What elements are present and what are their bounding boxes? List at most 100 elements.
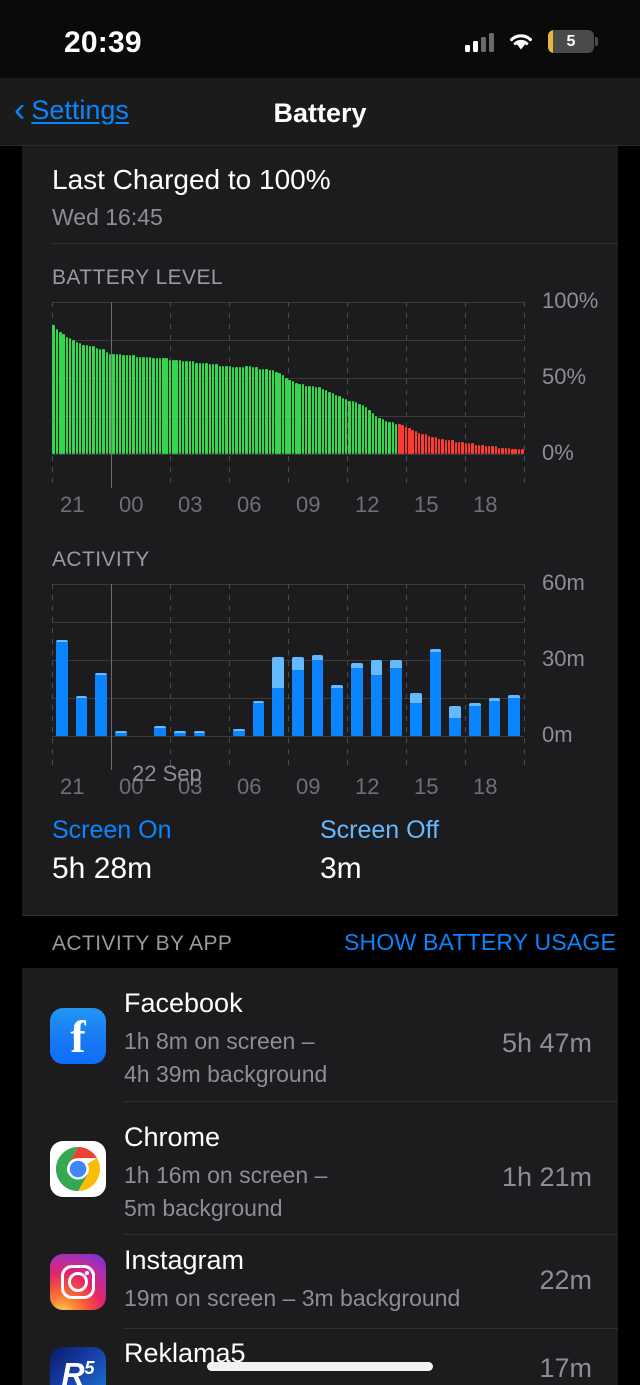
battery-level-bar (148, 356, 152, 454)
battery-level-bar (301, 384, 305, 454)
app-detail-line-1: 19m on screen – 3m background (124, 1285, 461, 1311)
battery-level-bar (261, 368, 265, 454)
battery-level-card: BATTERY LEVEL 100% 50% 0% 21 00 03 06 09 12 15 18 (22, 244, 618, 526)
battery-level-bar (441, 438, 444, 454)
axis-tick (524, 584, 525, 770)
battery-level-bar (318, 387, 321, 454)
battery-level-bar (398, 423, 401, 454)
activity-bar-screen-on (291, 670, 304, 736)
battery-level-bar (358, 403, 361, 454)
battery-level-bar (158, 358, 162, 454)
battery-level-bar (354, 402, 358, 454)
battery-level-bar (438, 438, 441, 454)
battery-level-bar (182, 361, 185, 454)
battery-level-bar (55, 329, 59, 454)
battery-level-bar (168, 359, 172, 454)
battery-level-bar (295, 382, 298, 454)
battery-level-bar (281, 374, 285, 454)
battery-level-bar (384, 420, 388, 454)
battery-level-chart[interactable] (52, 302, 525, 488)
app-row-instagram[interactable]: Instagram 19m on screen – 3m background … (22, 1235, 618, 1329)
battery-level-bar (514, 449, 517, 454)
battery-level-bar (79, 343, 82, 454)
battery-level-bar (471, 443, 474, 454)
battery-level-bar (288, 379, 291, 454)
battery-level-bar (451, 440, 454, 454)
app-name: Facebook (124, 988, 243, 1018)
battery-level-bar (165, 358, 168, 454)
screen-off-value: 3m (320, 852, 362, 885)
battery-level-bar (278, 373, 281, 454)
battery-level-bar (175, 359, 178, 454)
y-axis-label: 50% (542, 364, 587, 389)
battery-cap (595, 37, 598, 46)
activity-bar-screen-on (508, 698, 521, 736)
activity-bar-screen-on (114, 733, 127, 736)
y-axis-label: 0% (542, 440, 574, 465)
app-row-facebook[interactable]: f Facebook 1h 8m on screen – 4h 39m back… (22, 968, 618, 1102)
activity-bar-screen-on (311, 660, 324, 736)
activity-bar-screen-on (409, 703, 422, 736)
axis-tick (288, 584, 289, 770)
activity-card: ACTIVITY 60m 30m 0m 21 00 03 06 09 12 15 18 22 Se… (22, 526, 618, 799)
battery-settings-screen: 20:39 5 ‹ Settings Battery Last Charged … (0, 0, 640, 1385)
y-axis-label: 100% (542, 288, 599, 313)
battery-level-bar (448, 440, 451, 454)
app-detail-line-1: 1h 16m on screen – (124, 1162, 328, 1188)
battery-level-bar (494, 446, 497, 454)
battery-level-bar (504, 447, 507, 454)
battery-level-bar (328, 391, 331, 454)
battery-level-bar (325, 390, 328, 454)
battery-level-bar (285, 378, 288, 454)
battery-level-bar (391, 422, 394, 454)
screen-off-label: Screen Off (320, 816, 440, 844)
axis-tick (524, 302, 525, 488)
screen-on-value: 5h 28m (52, 852, 153, 885)
activity-chart[interactable] (52, 584, 525, 770)
app-row-reklama5[interactable]: R5 Reklama5 17m (22, 1329, 618, 1385)
battery-level-bar (251, 367, 255, 454)
screen-stats-card: Screen On 5h 28m Screen Off 3m (22, 796, 618, 916)
battery-level-bar (92, 346, 95, 454)
battery-level-bar (235, 367, 238, 454)
battery-level-bar (344, 399, 348, 454)
battery-level-bar (142, 356, 145, 454)
battery-level-bar (431, 437, 434, 454)
battery-level-bar (474, 444, 477, 454)
last-charged-title: Last Charged to 100% (52, 164, 331, 195)
battery-level-bar (125, 355, 128, 454)
battery-level-bar (331, 393, 335, 454)
battery-level-bar (467, 443, 471, 454)
scroll-content[interactable]: Last Charged to 100% Wed 16:45 BATTERY L… (0, 146, 640, 1385)
x-axis-label: 09 (296, 492, 321, 517)
battery-level-bar (258, 368, 261, 454)
battery-level-bar (105, 352, 109, 454)
app-row-chrome[interactable]: Chrome 1h 16m on screen – 5m background … (22, 1102, 618, 1235)
battery-level-bar (457, 441, 461, 454)
axis-tick (170, 584, 171, 770)
battery-icon: 5 (548, 30, 598, 53)
activity-bar-screen-on (429, 652, 442, 736)
battery-level-bar (185, 361, 188, 454)
battery-level-bar (321, 388, 325, 454)
axis-tick (52, 584, 53, 770)
battery-level-bar (221, 365, 225, 454)
battery-level-bar (218, 365, 222, 454)
show-battery-usage-button[interactable]: SHOW BATTERY USAGE (344, 929, 616, 956)
home-indicator[interactable] (207, 1362, 433, 1371)
activity-section-title: ACTIVITY (52, 548, 150, 571)
activity-bar-screen-on (468, 705, 481, 736)
battery-level-bar (418, 432, 421, 454)
battery-level-bar (198, 362, 202, 454)
battery-level-bar (454, 441, 458, 454)
activity-bar-screen-off (370, 660, 383, 676)
battery-level-bar (215, 364, 218, 454)
axis-tick (347, 302, 348, 488)
activity-bar-screen-off (291, 657, 304, 671)
battery-level-bar (65, 336, 69, 454)
app-name: Chrome (124, 1122, 221, 1152)
battery-level-bar (275, 371, 278, 454)
battery-level-bar (308, 385, 311, 454)
battery-level-bar (461, 441, 464, 454)
page-title: Battery (273, 98, 367, 128)
